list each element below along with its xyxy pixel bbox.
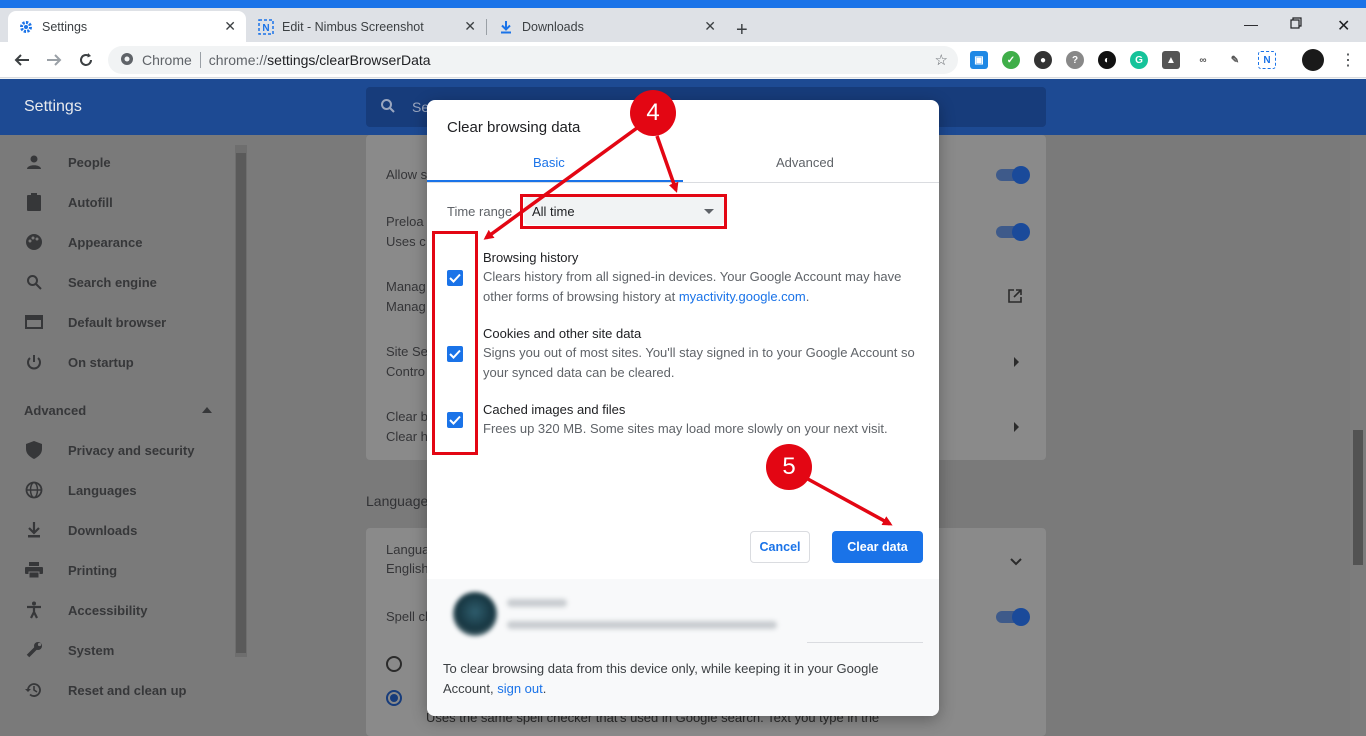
arrow-to-clear-data [805,476,893,526]
annotation-arrows [483,126,893,526]
arrow-to-checkboxes [483,126,639,240]
arrow-to-time-range [655,135,679,193]
